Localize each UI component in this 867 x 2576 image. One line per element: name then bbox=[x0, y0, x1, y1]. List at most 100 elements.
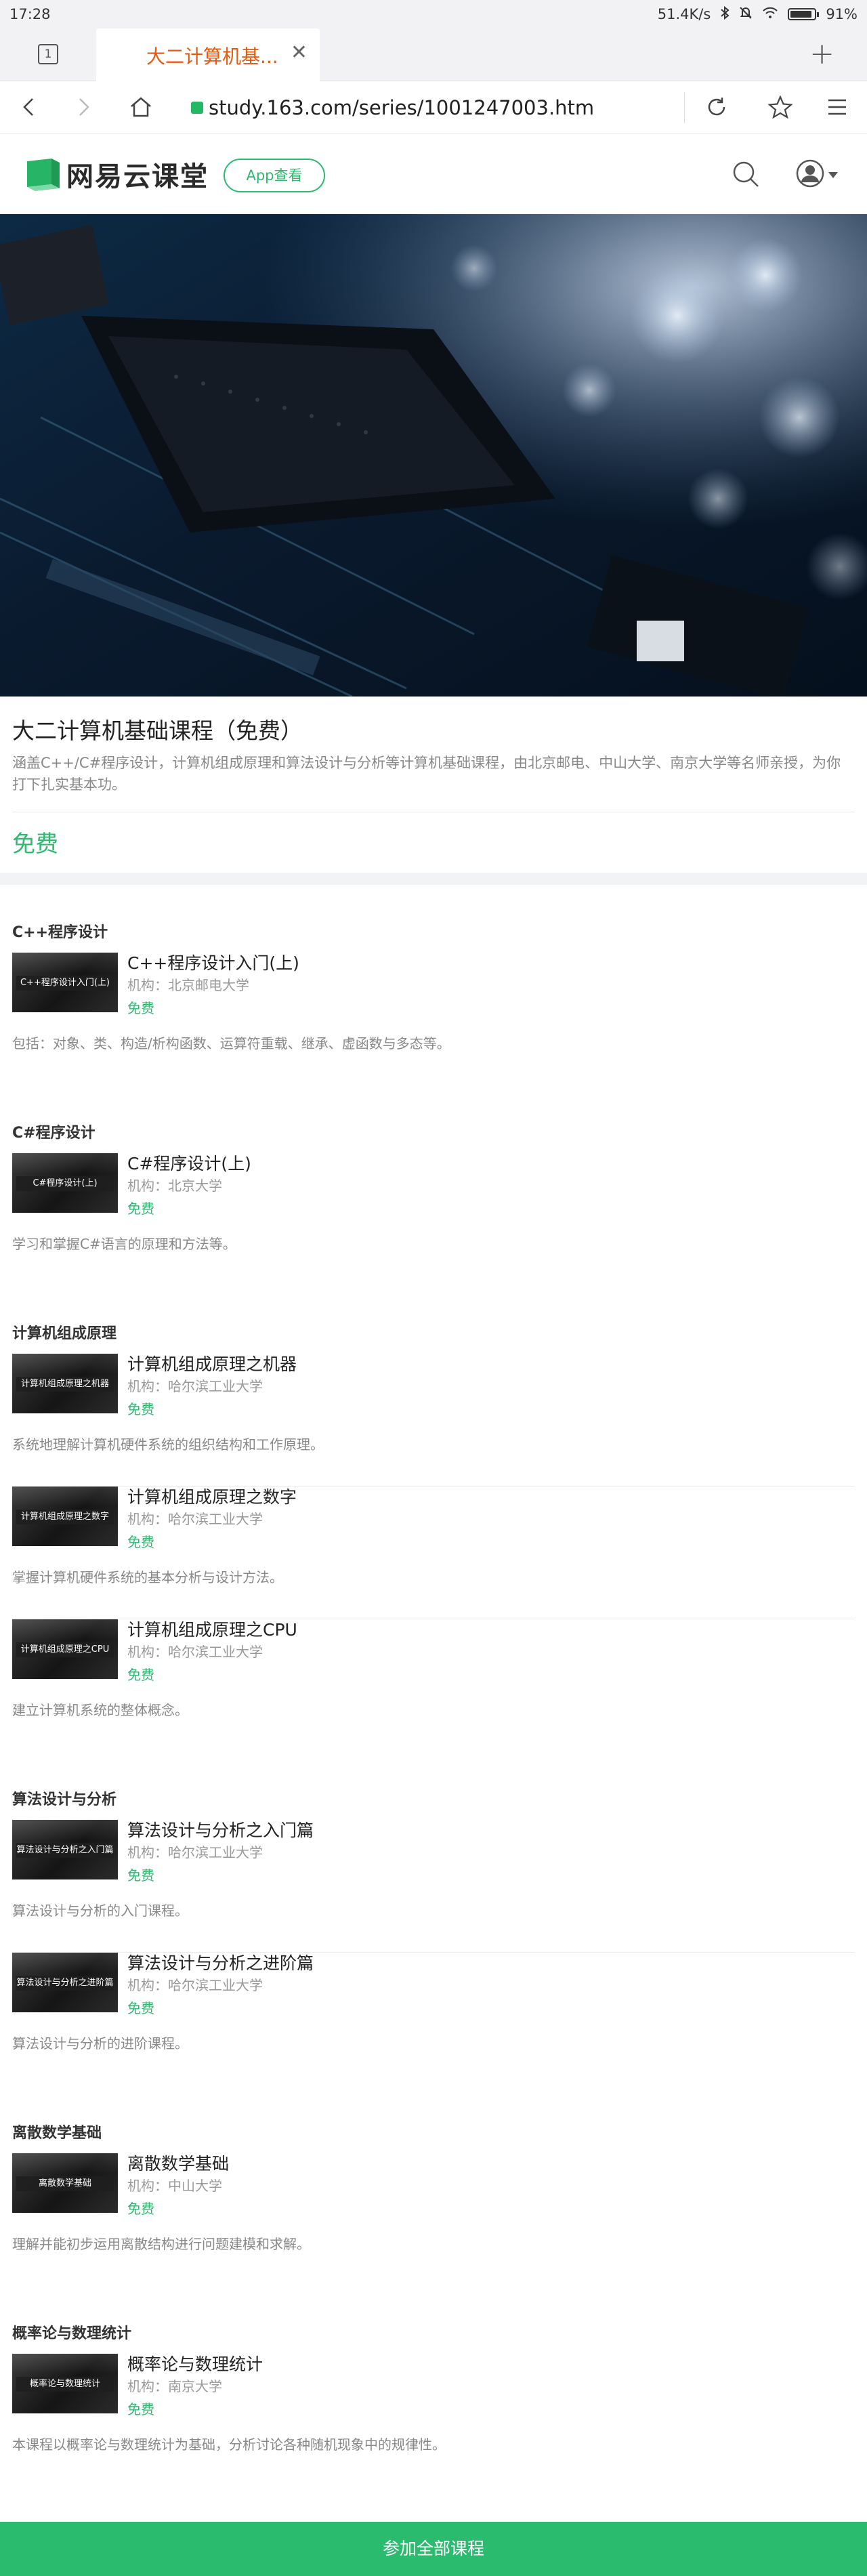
course-section: C++程序设计 C++程序设计入门(上) C++程序设计入门(上) 机构：北京邮电大学… bbox=[0, 885, 867, 1085]
course-section: 概率论与数理统计 概率论与数理统计 概率论与数理统计 机构：南京大学 免费 本课程以概率论… bbox=[0, 2286, 867, 2487]
course-item-description: 掌握计算机硬件系统的基本分析与设计方法。 bbox=[12, 1569, 283, 1585]
course-list: C++程序设计 C++程序设计入门(上) C++程序设计入门(上) 机构：北京邮电大学… bbox=[0, 885, 867, 2487]
section-title: 算法设计与分析 bbox=[12, 1791, 117, 1808]
course-name[interactable]: 概率论与数理统计 bbox=[127, 2351, 263, 2375]
course-item[interactable]: 计算机组成原理之CPU 计算机组成原理之CPU 机构：哈尔滨工业大学 免费建立计算机系… bbox=[12, 1619, 855, 1752]
course-name[interactable]: 算法设计与分析之进阶篇 bbox=[127, 1950, 314, 1974]
user-icon bbox=[795, 159, 825, 191]
chevron-down-icon bbox=[828, 169, 839, 182]
course-thumbnail[interactable]: 计算机组成原理之机器 bbox=[12, 1354, 118, 1413]
course-item-description: 理解并能初步运用离散结构进行问题建模和求解。 bbox=[12, 2236, 310, 2252]
course-price: 免费 bbox=[12, 831, 58, 858]
tab-count-button[interactable]: 1 bbox=[38, 44, 58, 64]
course-item[interactable]: 概率论与数理统计 概率论与数理统计 机构：南京大学 免费 本课程以概率论与数理统计为基础… bbox=[12, 2354, 855, 2487]
url-text: study.163.com/series/1001247003.htm bbox=[209, 96, 595, 119]
thumbnail-label: 离散数学基础 bbox=[16, 2176, 114, 2191]
course-thumbnail[interactable]: C#程序设计(上) bbox=[12, 1153, 118, 1213]
section-separator bbox=[0, 873, 867, 885]
course-item[interactable]: 算法设计与分析之进阶篇 算法设计与分析之进阶篇 机构：哈尔滨工业大学 免费 算法设计与分… bbox=[12, 1953, 855, 2085]
section-title: 概率论与数理统计 bbox=[12, 2325, 132, 2342]
course-name[interactable]: 算法设计与分析之入门篇 bbox=[127, 1817, 314, 1842]
site-favicon-icon bbox=[191, 102, 203, 114]
thumbnail-label: 概率论与数理统计 bbox=[16, 2377, 114, 2392]
star-icon[interactable] bbox=[767, 94, 794, 121]
site-logo[interactable]: 网易云课堂 bbox=[24, 154, 209, 194]
back-icon[interactable] bbox=[15, 94, 42, 121]
course-org: 机构：哈尔滨工业大学 bbox=[127, 1511, 263, 1527]
logo-book-icon bbox=[24, 157, 62, 191]
course-item[interactable]: C#程序设计(上) C#程序设计(上) 机构：北京大学 免费 学习和掌握C#语言的原理和… bbox=[12, 1153, 855, 1286]
thumbnail-label: 计算机组成原理之数字 bbox=[16, 1510, 114, 1524]
course-section: 算法设计与分析算法设计与分析之入门篇 算法设计与分析之入门篇 机构：哈尔滨工业大学免… bbox=[0, 1752, 867, 2085]
add-tab-icon[interactable]: + bbox=[809, 37, 834, 71]
search-icon[interactable] bbox=[732, 160, 760, 191]
course-thumbnail[interactable]: 离散数学基础 bbox=[12, 2153, 118, 2213]
course-thumbnail[interactable]: 概率论与数理统计 bbox=[12, 2354, 118, 2413]
app-view-button[interactable]: App查看 bbox=[224, 159, 325, 192]
course-item-description: 建立计算机系统的整体概念。 bbox=[12, 1702, 188, 1718]
refresh-icon[interactable] bbox=[703, 94, 730, 121]
course-org: 机构：中山大学 bbox=[127, 2178, 222, 2194]
course-thumbnail[interactable]: C++程序设计入门(上) bbox=[12, 953, 118, 1012]
tab-title: 大二计算机基... bbox=[146, 45, 278, 68]
battery-icon bbox=[788, 8, 820, 20]
status-time: 17:28 bbox=[9, 6, 51, 22]
bluetooth-icon bbox=[720, 5, 729, 23]
course-description: 涵盖C++/C#程序设计，计算机组成原理和算法设计与分析等计算机基础课程，由北京… bbox=[12, 755, 841, 793]
course-item-price: 免费 bbox=[127, 1401, 154, 1417]
course-item-price: 免费 bbox=[127, 1201, 154, 1217]
tab-strip: 1 大二计算机基... ✕ + bbox=[0, 28, 867, 81]
course-org: 机构：哈尔滨工业大学 bbox=[127, 1378, 263, 1394]
course-item-price: 免费 bbox=[127, 1534, 154, 1550]
join-all-courses-button[interactable]: 参加全部课程 bbox=[0, 2522, 867, 2576]
course-item-description: 系统地理解计算机硬件系统的组织结构和工作原理。 bbox=[12, 1436, 324, 1453]
course-org: 机构：北京邮电大学 bbox=[127, 977, 249, 993]
course-item[interactable]: 计算机组成原理之数字 计算机组成原理之数字 机构：哈尔滨工业大学 免费 掌握计算机硬件系… bbox=[12, 1487, 855, 1619]
course-name[interactable]: 计算机组成原理之机器 bbox=[127, 1351, 297, 1375]
browser-tab[interactable]: 大二计算机基... ✕ bbox=[96, 28, 320, 81]
course-thumbnail[interactable]: 算法设计与分析之入门篇 bbox=[12, 1820, 118, 1879]
course-name[interactable]: 离散数学基础 bbox=[127, 2151, 229, 2175]
url-field[interactable]: study.163.com/series/1001247003.htm bbox=[191, 88, 679, 127]
course-name[interactable]: 计算机组成原理之数字 bbox=[127, 1484, 297, 1508]
close-icon[interactable]: ✕ bbox=[291, 41, 308, 64]
status-bar: 17:28 51.4K/s 91% bbox=[0, 0, 867, 28]
wifi-icon bbox=[762, 6, 778, 23]
mute-icon bbox=[739, 6, 753, 23]
thumbnail-label: 计算机组成原理之CPU bbox=[16, 1642, 114, 1657]
course-item[interactable]: 离散数学基础 离散数学基础 机构：中山大学 免费 理解并能初步运用离散结构进行问题建模和… bbox=[12, 2153, 855, 2286]
course-thumbnail[interactable]: 计算机组成原理之数字 bbox=[12, 1487, 118, 1546]
course-org: 机构：哈尔滨工业大学 bbox=[127, 1644, 263, 1660]
thumbnail-label: C++程序设计入门(上) bbox=[16, 976, 114, 991]
section-title: 计算机组成原理 bbox=[12, 1325, 117, 1342]
thumbnail-label: 计算机组成原理之机器 bbox=[16, 1377, 114, 1392]
course-thumbnail[interactable]: 计算机组成原理之CPU bbox=[12, 1619, 118, 1679]
course-section: 计算机组成原理 计算机组成原理之机器 计算机组成原理之机器 机构：哈尔滨工业大学 免费系… bbox=[0, 1286, 867, 1752]
course-item[interactable]: 算法设计与分析之入门篇 算法设计与分析之入门篇 机构：哈尔滨工业大学 免费 算法设计与分… bbox=[12, 1820, 855, 1953]
course-item-description: 算法设计与分析的进阶课程。 bbox=[12, 2035, 188, 2052]
thumbnail-label: 算法设计与分析之入门篇 bbox=[16, 1843, 114, 1858]
course-org: 机构：北京大学 bbox=[127, 1178, 222, 1194]
course-item-price: 免费 bbox=[127, 2000, 154, 2016]
course-item[interactable]: 计算机组成原理之机器 计算机组成原理之机器 机构：哈尔滨工业大学 免费 系统地理解计算机… bbox=[12, 1354, 855, 1487]
logo-text: 网易云课堂 bbox=[66, 161, 209, 192]
home-icon[interactable] bbox=[127, 94, 154, 121]
course-item-price: 免费 bbox=[127, 1667, 154, 1683]
address-divider bbox=[684, 92, 685, 123]
course-name[interactable]: C++程序设计入门(上) bbox=[127, 950, 299, 974]
section-title: C#程序设计 bbox=[12, 1125, 96, 1142]
course-section: C#程序设计 C#程序设计(上) C#程序设计(上) 机构：北京大学 免费 学习和掌握C#… bbox=[0, 1085, 867, 1286]
forward-icon[interactable] bbox=[70, 94, 98, 121]
course-name[interactable]: 计算机组成原理之CPU bbox=[127, 1617, 297, 1641]
course-name[interactable]: C#程序设计(上) bbox=[127, 1150, 251, 1175]
user-menu[interactable] bbox=[795, 159, 839, 191]
status-right: 51.4K/s 91% bbox=[657, 5, 858, 23]
course-item-price: 免费 bbox=[127, 2201, 154, 2217]
course-item[interactable]: C++程序设计入门(上) C++程序设计入门(上) 机构：北京邮电大学 免费 包括：对象… bbox=[12, 953, 855, 1085]
menu-icon[interactable] bbox=[824, 94, 851, 121]
course-thumbnail[interactable]: 算法设计与分析之进阶篇 bbox=[12, 1953, 118, 2012]
thumbnail-label: C#程序设计(上) bbox=[16, 1176, 114, 1191]
course-item-description: 包括：对象、类、构造/析构函数、运算符重载、继承、虚函数与多态等。 bbox=[12, 1035, 450, 1052]
net-speed: 51.4K/s bbox=[657, 6, 711, 22]
section-title: 离散数学基础 bbox=[12, 2125, 102, 2142]
